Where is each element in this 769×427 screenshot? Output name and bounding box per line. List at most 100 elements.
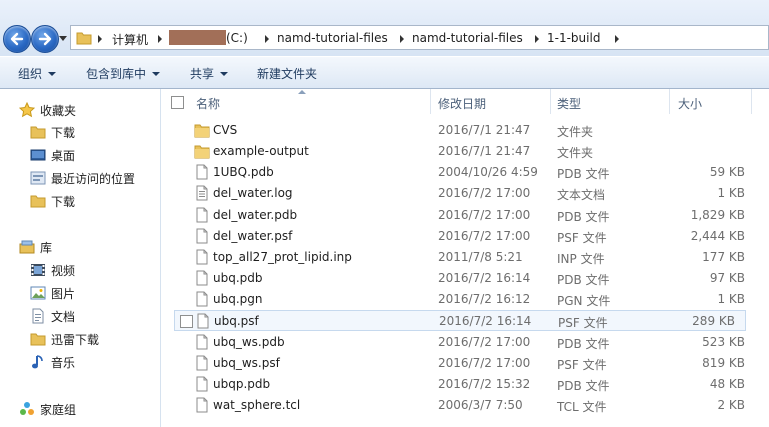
file-name[interactable]: ubq.pgn [213,292,263,306]
new-folder-button[interactable]: 新建文件夹 [257,65,317,82]
nav-desktop[interactable]: 桌面 [0,144,160,166]
nav-libraries[interactable]: 库 [0,236,160,258]
file-date: 2016/7/1 21:47 [438,144,531,159]
file-icon [196,249,208,265]
nav-recent-places-label: 最近访问的位置 [51,172,136,186]
library-icon [19,240,35,254]
file-size: 523 KB [702,334,745,349]
file-size: 177 KB [702,249,745,264]
file-date: 2004/10/26 4:59 [438,165,538,180]
breadcrumb-drive[interactable]: (C:) [226,31,248,45]
nav-homegroup[interactable]: 家庭组 [0,398,160,420]
nav-music[interactable]: 音乐 [0,351,160,373]
organize-label: 组织 [18,67,43,81]
file-row[interactable]: del_water.psf 2016/7/2 17:00 PSF 文件 2,444 K… [161,226,769,247]
organize-button[interactable]: 组织 [18,65,57,82]
file-size: 2 KB [717,397,745,412]
file-name[interactable]: ubq.pdb [213,271,263,285]
file-row[interactable]: ubqp.pdb 2016/7/2 15:32 PDB 文件 48 KB [161,374,769,395]
breadcrumb-separator[interactable] [158,35,162,43]
nav-recent-places[interactable]: 最近访问的位置 [0,167,160,189]
column-header-name[interactable]: 名称 [196,95,220,112]
file-row[interactable]: CVS 2016/7/1 21:47 文件夹 [161,120,769,141]
file-date: 2016/7/2 17:00 [438,334,531,349]
file-name[interactable]: del_water.psf [213,229,292,243]
column-divider[interactable] [669,89,670,114]
nav-pictures[interactable]: 图片 [0,282,160,304]
file-type: PDB 文件 [557,336,610,351]
breadcrumb-folder-1[interactable]: namd-tutorial-files [277,31,388,45]
breadcrumb-separator[interactable] [98,35,102,43]
arrow-left-icon [10,32,24,46]
breadcrumb-computer[interactable]: 计算机 [112,31,148,48]
column-header-size[interactable]: 大小 [678,95,702,112]
nav-downloads[interactable]: 下载 [0,121,160,143]
breadcrumb-separator[interactable] [400,35,404,43]
forward-button[interactable] [31,25,59,53]
file-list: 名称 修改日期 类型 大小 CVS 2016/7/1 21:47 文件夹 exampl… [161,89,769,427]
file-row[interactable]: del_water.log 2016/7/2 17:00 文本文档 1 KB [161,183,769,204]
nav-videos[interactable]: 视频 [0,259,160,281]
file-name[interactable]: ubq.psf [214,314,259,328]
file-name[interactable]: ubq_ws.pdb [213,335,285,349]
file-name[interactable]: wat_sphere.tcl [213,398,300,412]
desktop-icon [30,149,46,161]
back-button[interactable] [3,25,31,53]
column-divider[interactable] [751,89,752,114]
file-icon [196,164,208,180]
file-date: 2006/3/7 7:50 [438,397,523,412]
file-date: 2016/7/2 17:00 [438,228,531,243]
file-name[interactable]: CVS [213,123,237,137]
file-name[interactable]: ubq_ws.psf [213,356,280,370]
document-icon [32,308,44,324]
file-name[interactable]: del_water.pdb [213,208,297,222]
file-type: PDB 文件 [557,167,610,182]
column-header-date[interactable]: 修改日期 [438,95,486,112]
nav-documents[interactable]: 文档 [0,305,160,327]
share-button[interactable]: 共享 [190,65,229,82]
nav-downloads-2[interactable]: 下载 [0,190,160,212]
file-row[interactable]: del_water.pdb 2016/7/2 17:00 PDB 文件 1,829 K… [161,205,769,226]
breadcrumb-folder-2[interactable]: namd-tutorial-files [412,31,523,45]
file-row[interactable]: ubq_ws.psf 2016/7/2 17:00 PSF 文件 819 KB [161,353,769,374]
breadcrumb-current[interactable]: 1-1-build [547,31,600,45]
redacted-drive-label [169,30,226,45]
arrow-right-icon [38,32,52,46]
sort-ascending-icon [298,90,306,94]
file-row[interactable]: ubq.psf 2016/7/2 16:14 PSF 文件 289 KB [174,310,746,332]
file-name[interactable]: top_all27_prot_lipid.inp [213,250,352,264]
address-bar-area: 计算机 (C:) namd-tutorial-files namd-tutori… [0,0,769,56]
file-row[interactable]: ubq_ws.pdb 2016/7/2 17:00 PDB 文件 523 KB [161,332,769,353]
breadcrumb-separator[interactable] [265,35,269,43]
file-icon [196,376,208,392]
select-all-checkbox[interactable] [171,96,184,109]
recent-pages-dropdown[interactable] [59,34,67,42]
file-icon [196,334,208,349]
file-icon [197,313,209,329]
nav-favorites[interactable]: 收藏夹 [0,99,160,121]
file-size: 1,829 KB [690,207,745,222]
file-row[interactable]: top_all27_prot_lipid.inp 2011/7/8 5:21 INP… [161,247,769,268]
include-in-library-button[interactable]: 包含到库中 [86,65,161,82]
file-name[interactable]: ubqp.pdb [213,377,270,391]
file-row[interactable]: 1UBQ.pdb 2004/10/26 4:59 PDB 文件 59 KB [161,162,769,183]
file-icon [196,397,208,413]
file-row[interactable]: wat_sphere.tcl 2006/3/7 7:50 TCL 文件 2 KB [161,395,769,416]
file-name[interactable]: example-output [213,144,309,158]
file-name[interactable]: 1UBQ.pdb [213,165,274,179]
column-divider[interactable] [430,89,431,114]
column-header-type[interactable]: 类型 [557,95,581,112]
file-row[interactable]: ubq.pdb 2016/7/2 16:14 PDB 文件 97 KB [161,268,769,289]
column-divider[interactable] [550,89,551,114]
file-row[interactable]: example-output 2016/7/1 21:47 文件夹 [161,141,769,162]
file-name[interactable]: del_water.log [213,186,293,200]
chevron-down-icon [152,72,161,76]
address-path[interactable]: 计算机 (C:) namd-tutorial-files namd-tutori… [70,25,769,50]
nav-videos-label: 视频 [51,264,76,278]
nav-thunder-downloads[interactable]: 迅雷下载 [0,328,160,350]
file-row[interactable]: ubq.pgn 2016/7/2 16:12 PGN 文件 1 KB [161,289,769,310]
breadcrumb-separator[interactable] [535,35,539,43]
breadcrumb-separator[interactable] [615,35,619,43]
row-checkbox[interactable] [180,315,193,329]
file-date: 2016/7/2 15:32 [438,376,531,391]
